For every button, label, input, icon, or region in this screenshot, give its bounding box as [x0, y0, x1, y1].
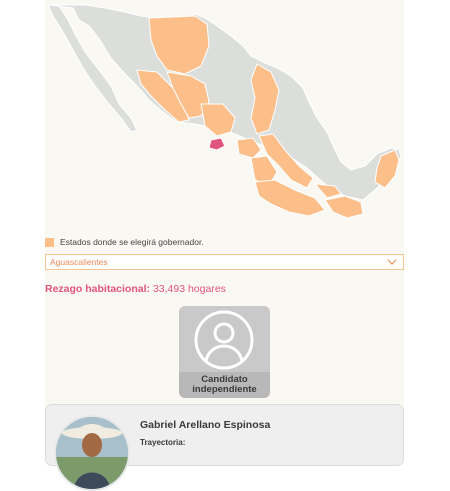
chevron-down-icon — [385, 255, 399, 269]
candidate-card[interactable]: Candidato independiente — [179, 306, 270, 398]
map-state-oaxaca — [254, 179, 326, 217]
content-panel: Estados donde se elegirá gobernador. Agu… — [45, 0, 404, 491]
map-state-chiapas — [324, 195, 364, 219]
person-name: Gabriel Arellano Espinosa — [140, 419, 271, 431]
state-select[interactable]: Aguascalientes — [45, 254, 404, 270]
person-trayectoria-label: Trayectoria: — [140, 438, 186, 447]
map-legend: Estados donde se elegirá gobernador. — [45, 236, 204, 248]
person-photo — [54, 415, 130, 491]
state-select-value: Aguascalientes — [50, 257, 108, 267]
mexico-map[interactable] — [45, 0, 404, 228]
legend-label: Estados donde se elegirá gobernador. — [60, 237, 204, 247]
rezago-habitacional: Rezago habitacional: 33,493 hogares — [45, 283, 226, 295]
person-silhouette-icon — [194, 310, 254, 370]
rezago-value: 33,493 hogares — [152, 283, 226, 295]
person-card[interactable]: Gabriel Arellano Espinosa Trayectoria: — [45, 404, 404, 491]
legend-swatch — [45, 237, 54, 247]
map-country-base — [47, 4, 402, 201]
candidate-caption: Candidato independiente — [179, 372, 270, 398]
map-state-aguascalientes — [208, 137, 226, 151]
rezago-label: Rezago habitacional: — [45, 283, 151, 295]
candidate-caption-line2: independiente — [192, 384, 257, 395]
